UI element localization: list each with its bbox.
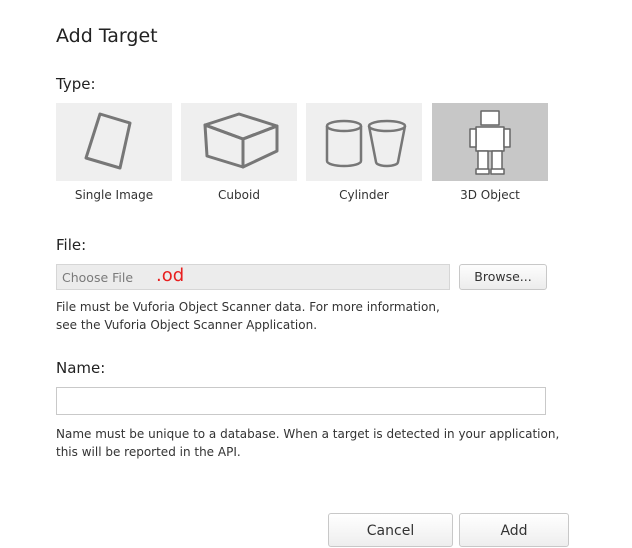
name-help-line: Name must be unique to a database. When … [56,427,560,441]
file-help-line: see the Vuforia Object Scanner Applicati… [56,318,318,332]
file-path-field[interactable]: Choose File .od [56,264,450,290]
cancel-button[interactable]: Cancel [328,513,453,547]
type-option-3d-object[interactable]: 3D Object [432,103,548,208]
add-button[interactable]: Add [459,513,569,547]
type-option-label: Cylinder [339,188,389,202]
file-extension-hint: .od [156,265,185,286]
file-label: File: [56,236,87,254]
browse-button[interactable]: Browse... [459,264,547,290]
cuboid-icon [181,103,297,181]
name-input[interactable] [56,387,546,415]
single-image-icon [56,103,172,181]
name-help-text: Name must be unique to a database. When … [56,425,596,461]
dialog-title: Add Target [56,25,158,47]
add-target-dialog: Add Target Type: Single Image Cuboid Cyl… [0,0,632,547]
type-option-label: Single Image [74,188,154,202]
type-option-label: 3D Object [460,188,520,202]
cylinder-icon [306,103,422,181]
file-help-line: File must be Vuforia Object Scanner data… [56,300,440,314]
name-help-line: this will be reported in the API. [56,445,241,459]
3d-object-icon [432,103,548,181]
type-option-single-image[interactable]: Single Image [56,103,172,208]
type-option-cylinder[interactable]: Cylinder [306,103,422,208]
name-label: Name: [56,359,106,377]
type-label: Type: [56,75,96,93]
type-option-cuboid[interactable]: Cuboid [181,103,297,208]
type-option-label: Cuboid [218,188,260,202]
file-help-text: File must be Vuforia Object Scanner data… [56,298,596,334]
file-placeholder: Choose File [62,270,134,285]
